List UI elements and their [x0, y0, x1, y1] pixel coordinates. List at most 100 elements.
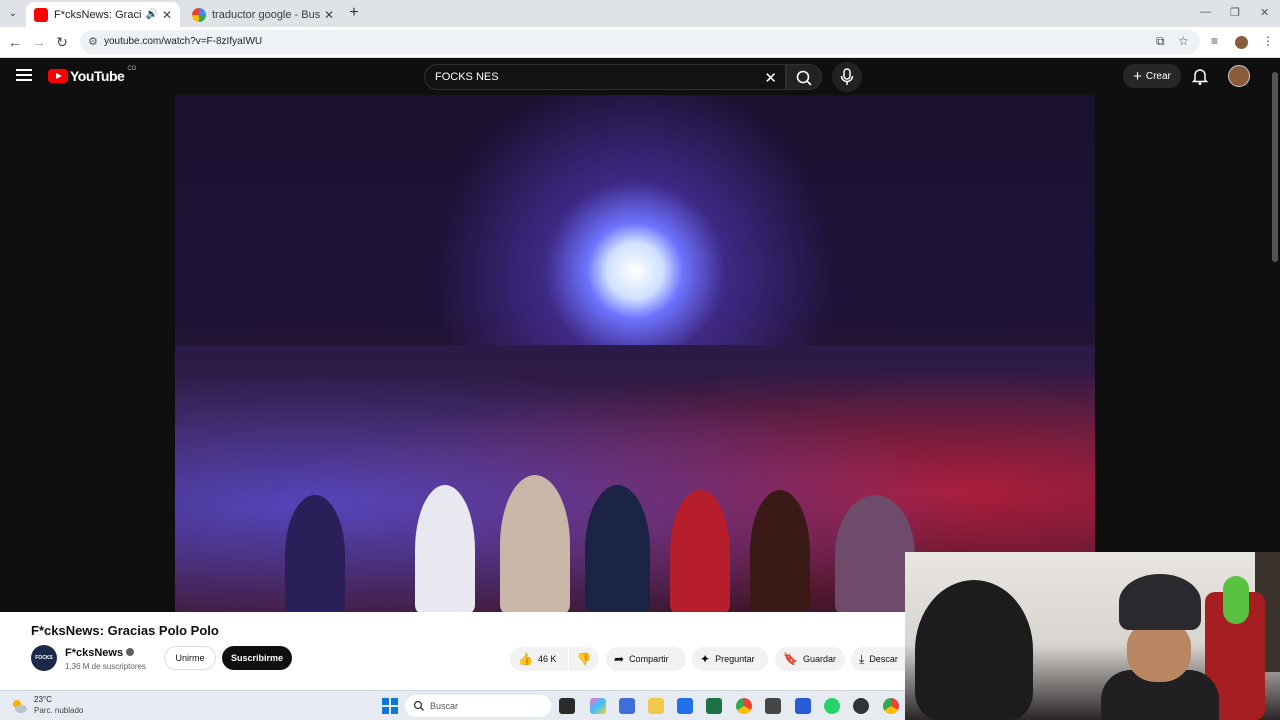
- share-label: Compartir: [629, 654, 669, 664]
- close-tab-icon[interactable]: ✕: [162, 8, 172, 22]
- profile-avatar-icon[interactable]: [1235, 36, 1248, 49]
- verified-icon: [126, 648, 135, 656]
- windows-taskbar: 23°C Parc. nublado Buscar: [0, 690, 905, 720]
- bell-icon: [1191, 69, 1209, 85]
- share-button[interactable]: ➦ Compartir: [606, 647, 686, 671]
- scrollbar-thumb[interactable]: [1272, 72, 1278, 262]
- tab-search-icon[interactable]: ⌄: [4, 5, 22, 23]
- excel-icon[interactable]: [706, 698, 722, 714]
- youtube-header: YouTube CO FOCKS NES ✕ + Crear: [0, 58, 1270, 95]
- media-control-icon[interactable]: ≡: [1211, 34, 1218, 48]
- share-arrow-icon: ➦: [614, 652, 625, 666]
- subscribe-button[interactable]: Suscribirme: [222, 646, 292, 670]
- whatsapp-icon[interactable]: [824, 698, 840, 714]
- chrome-menu-icon[interactable]: ⋮: [1262, 34, 1274, 48]
- youtube-favicon-icon: [34, 7, 48, 22]
- close-tab-icon[interactable]: ✕: [324, 8, 334, 22]
- url-text: youtube.com/watch?v=F-8zIfyaIWU: [104, 36, 263, 47]
- video-figure: [415, 485, 475, 612]
- save-button[interactable]: 🔖 Guardar: [775, 647, 845, 671]
- video-figure: [585, 485, 650, 612]
- webcam-person-left: [915, 580, 1033, 720]
- channel-name-row[interactable]: F*cksNews: [65, 647, 135, 659]
- maximize-icon[interactable]: ❐: [1230, 6, 1240, 19]
- microphone-icon: [840, 68, 854, 85]
- ask-button[interactable]: ✦ Preguntar: [692, 647, 768, 671]
- weather-temperature[interactable]: 23°C: [34, 695, 52, 704]
- chrome-icon[interactable]: [736, 698, 752, 714]
- plus-icon: +: [1133, 67, 1142, 85]
- windows-start-icon[interactable]: [382, 698, 398, 714]
- address-bar[interactable]: ⚙ youtube.com/watch?v=F-8zIfyaIWU: [80, 30, 1200, 54]
- like-button[interactable]: 👍 46 K: [510, 647, 568, 671]
- tab-title: F*cksNews: Gracias Polo Po: [54, 8, 142, 21]
- copilot-icon[interactable]: [590, 698, 606, 714]
- forward-arrow-icon[interactable]: →: [30, 33, 48, 51]
- thumbs-up-icon: 👍: [518, 652, 533, 666]
- download-button[interactable]: ⤓ Descar: [851, 647, 905, 671]
- bookmark-star-icon[interactable]: ☆: [1178, 34, 1189, 48]
- weather-condition[interactable]: Parc. nublado: [34, 706, 83, 715]
- video-figure: [750, 490, 810, 612]
- region-code: CO: [127, 66, 137, 72]
- dislike-button[interactable]: 👎: [569, 647, 599, 671]
- tab-title: traductor google - Buscar con G: [212, 8, 320, 21]
- back-arrow-icon[interactable]: ←: [6, 33, 24, 51]
- channel-avatar[interactable]: FOCKS NEWS: [31, 645, 57, 687]
- notifications-button[interactable]: [1190, 66, 1210, 86]
- chrome-active-icon[interactable]: [883, 698, 899, 714]
- task-view-icon[interactable]: [559, 698, 575, 714]
- download-label: Descar: [869, 654, 898, 664]
- create-label: Crear: [1145, 70, 1171, 82]
- voice-search-button[interactable]: [832, 62, 862, 92]
- bookmark-icon: 🔖: [783, 652, 798, 666]
- search-input[interactable]: FOCKS NES ✕: [424, 64, 786, 90]
- minimize-icon[interactable]: —: [1200, 6, 1211, 18]
- webcam-green-object: [1223, 576, 1249, 624]
- page-scrollbar[interactable]: [1270, 58, 1280, 552]
- video-figure: [500, 475, 570, 612]
- search-query-text: FOCKS NES: [435, 71, 499, 83]
- video-title: F*cksNews: Gracias Polo Polo: [31, 623, 219, 638]
- youtube-logo[interactable]: YouTube CO: [48, 66, 137, 84]
- install-app-icon[interactable]: ⧉: [1156, 34, 1165, 49]
- join-button[interactable]: Unirme: [164, 646, 216, 670]
- menu-hamburger-icon[interactable]: [16, 69, 32, 81]
- obs-icon[interactable]: [853, 698, 869, 714]
- visual-studio-icon[interactable]: [795, 698, 811, 714]
- taskbar-search-input[interactable]: Buscar: [405, 695, 551, 717]
- video-figure: [285, 495, 345, 612]
- account-avatar[interactable]: [1228, 65, 1250, 87]
- youtube-logo-text: YouTube: [70, 68, 125, 84]
- video-figure: [670, 490, 730, 612]
- calculator-icon[interactable]: [619, 698, 635, 714]
- app-icon[interactable]: [765, 698, 781, 714]
- google-favicon-icon: [192, 7, 206, 22]
- tab-google[interactable]: traductor google - Buscar con G ✕: [184, 2, 342, 27]
- create-button[interactable]: + Crear: [1123, 64, 1181, 88]
- video-figure: [835, 495, 915, 612]
- download-icon: ⤓: [859, 651, 865, 666]
- site-info-icon[interactable]: ⚙: [88, 35, 98, 48]
- webcam-person-right-face: [1127, 622, 1191, 682]
- tab-youtube[interactable]: F*cksNews: Gracias Polo Po 🔊 ✕: [26, 2, 180, 27]
- weather-cloud-sun-icon[interactable]: [10, 697, 28, 715]
- file-explorer-icon[interactable]: [648, 698, 664, 714]
- close-window-icon[interactable]: ✕: [1260, 6, 1269, 19]
- save-label: Guardar: [802, 654, 836, 664]
- video-info-panel: F*cksNews: Gracias Polo Polo FOCKS NEWS …: [0, 612, 905, 690]
- search-button[interactable]: [786, 64, 822, 90]
- reload-icon[interactable]: ↻: [53, 33, 71, 51]
- webcam-overlay: [905, 552, 1280, 720]
- webcam-person-right-cap: [1119, 574, 1201, 630]
- taskbar-search-placeholder: Buscar: [430, 701, 459, 711]
- browser-toolbar: ← → ↻ ⚙ youtube.com/watch?v=F-8zIfyaIWU …: [0, 27, 1280, 58]
- new-tab-icon[interactable]: +: [345, 4, 363, 22]
- channel-name: F*cksNews: [65, 647, 124, 659]
- audio-playing-icon[interactable]: 🔊: [145, 9, 157, 20]
- ask-label: Preguntar: [715, 654, 755, 664]
- video-player[interactable]: [175, 95, 1095, 612]
- outlook-icon[interactable]: [677, 698, 693, 714]
- browser-tab-strip: ⌄ F*cksNews: Gracias Polo Po 🔊 ✕ traduct…: [0, 0, 1280, 27]
- clear-search-icon[interactable]: ✕: [764, 69, 777, 87]
